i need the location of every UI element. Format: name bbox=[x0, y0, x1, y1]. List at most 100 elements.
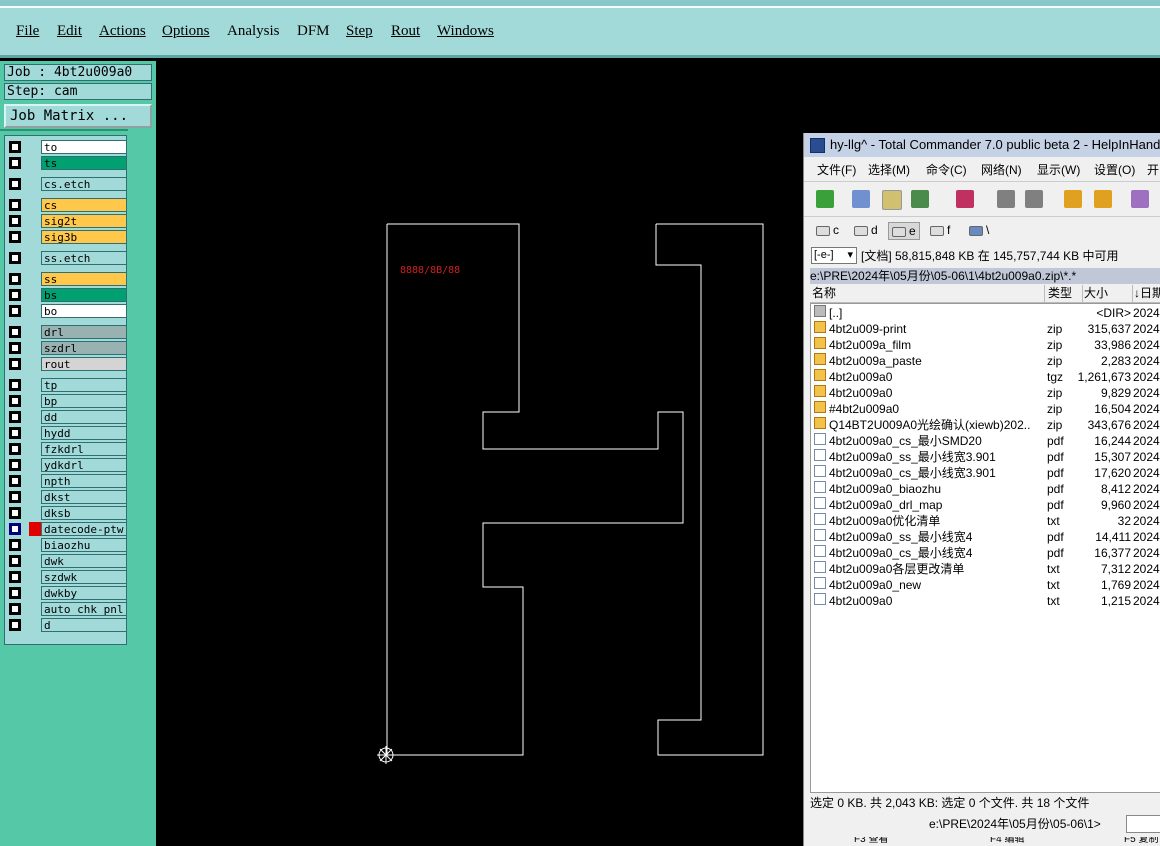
file-row[interactable]: 4bt2u009a0_drl_map pdf 9,960 2024 bbox=[811, 497, 1160, 513]
tc-menu-file[interactable]: 文件(F) bbox=[817, 160, 856, 180]
layer-row[interactable]: dkst bbox=[5, 489, 127, 505]
layer-row[interactable]: ts bbox=[5, 155, 127, 171]
layer-checkbox[interactable] bbox=[9, 459, 21, 471]
file-row[interactable]: 4bt2u009a0_new txt 1,769 2024 bbox=[811, 577, 1160, 593]
layer-row[interactable]: d bbox=[5, 617, 127, 633]
layer-row[interactable]: npth bbox=[5, 473, 127, 489]
layer-row[interactable]: fzkdrl bbox=[5, 441, 127, 457]
tree-view-icon[interactable] bbox=[882, 190, 902, 210]
layer-name[interactable]: d bbox=[41, 618, 127, 632]
layer-name[interactable]: fzkdrl bbox=[41, 442, 127, 456]
menu-step[interactable]: Step bbox=[346, 23, 373, 40]
menu-dfm[interactable]: DFM bbox=[297, 23, 330, 40]
layer-checkbox[interactable] bbox=[9, 231, 21, 243]
layer-name[interactable]: npth bbox=[41, 474, 127, 488]
drive-combo[interactable]: [-e-] ▾ bbox=[811, 247, 857, 264]
layer-name[interactable]: tp bbox=[41, 378, 127, 392]
invert-selection-icon[interactable] bbox=[956, 190, 974, 208]
back-arrow-icon[interactable] bbox=[997, 190, 1015, 208]
file-row[interactable]: 4bt2u009a0 zip 9,829 2024 bbox=[811, 385, 1160, 401]
tc-menu-show[interactable]: 显示(W) bbox=[1037, 160, 1080, 180]
drive-d-button[interactable]: d bbox=[854, 222, 878, 238]
drive-e-button[interactable]: e bbox=[888, 222, 920, 240]
job-matrix-button[interactable]: Job Matrix ... bbox=[4, 104, 152, 128]
command-input[interactable] bbox=[1126, 815, 1160, 833]
col-name-header[interactable]: 名称 bbox=[812, 285, 1045, 302]
layer-row[interactable]: bs bbox=[5, 287, 127, 303]
layer-row[interactable]: sig3b bbox=[5, 229, 127, 245]
layer-name[interactable]: sig3b bbox=[41, 230, 127, 244]
layer-checkbox[interactable] bbox=[9, 252, 21, 264]
file-row[interactable]: 4bt2u009a0_biaozhu pdf 8,412 2024 bbox=[811, 481, 1160, 497]
layer-checkbox[interactable] bbox=[9, 491, 21, 503]
file-row[interactable]: 4bt2u009a0 tgz 1,261,673 2024 bbox=[811, 369, 1160, 385]
layer-row[interactable]: biaozhu bbox=[5, 537, 127, 553]
tc-menu-config[interactable]: 设置(O) bbox=[1094, 160, 1135, 180]
layer-name[interactable]: rout bbox=[41, 357, 127, 371]
file-row[interactable]: 4bt2u009a0_cs_最小SMD20 pdf 16,244 2024 bbox=[811, 433, 1160, 449]
layer-row[interactable]: szdwk bbox=[5, 569, 127, 585]
menu-file[interactable]: File bbox=[16, 23, 39, 40]
file-row[interactable]: 4bt2u009a0_cs_最小线宽3.901 pdf 17,620 2024 bbox=[811, 465, 1160, 481]
file-row[interactable]: Q14BT2U009A0光绘确认(xiewb)202.. zip 343,676 20… bbox=[811, 417, 1160, 433]
layer-row[interactable]: cs bbox=[5, 197, 127, 213]
layer-checkbox[interactable] bbox=[9, 571, 21, 583]
file-row[interactable]: 4bt2u009a_paste zip 2,283 2024 bbox=[811, 353, 1160, 369]
layer-name[interactable]: ts bbox=[41, 156, 127, 170]
layer-checkbox[interactable] bbox=[9, 358, 21, 370]
layer-checkbox[interactable] bbox=[9, 141, 21, 153]
layer-checkbox[interactable] bbox=[9, 427, 21, 439]
layer-name[interactable]: cs bbox=[41, 198, 127, 212]
f3-view-button[interactable]: F3 查看 bbox=[854, 837, 888, 845]
layer-row[interactable]: drl bbox=[5, 324, 127, 340]
layer-checkbox[interactable] bbox=[9, 273, 21, 285]
f5-copy-button[interactable]: F5 复制 bbox=[1124, 837, 1158, 845]
layer-name[interactable]: szdwk bbox=[41, 570, 127, 584]
ftp-icon[interactable] bbox=[1131, 190, 1149, 208]
unpack-icon[interactable] bbox=[1094, 190, 1112, 208]
file-row[interactable]: 4bt2u009a0_ss_最小线宽4 pdf 14,411 2024 bbox=[811, 529, 1160, 545]
layer-checkbox[interactable] bbox=[9, 411, 21, 423]
layer-row[interactable]: bp bbox=[5, 393, 127, 409]
layer-name[interactable]: drl bbox=[41, 325, 127, 339]
layer-name[interactable]: ss bbox=[41, 272, 127, 286]
file-row[interactable]: [..] <DIR> 2024 bbox=[811, 305, 1160, 321]
menu-rout[interactable]: Rout bbox=[391, 23, 420, 40]
menu-edit[interactable]: Edit bbox=[57, 23, 82, 40]
layer-checkbox[interactable] bbox=[9, 289, 21, 301]
layer-checkbox[interactable] bbox=[9, 555, 21, 567]
layer-name[interactable]: bo bbox=[41, 304, 127, 318]
layer-checkbox[interactable] bbox=[9, 199, 21, 211]
current-path[interactable]: e:\PRE\2024年\05月份\05-06\1\4bt2u009a0.zip… bbox=[810, 268, 1160, 284]
tc-menu-select[interactable]: 选择(M) bbox=[868, 160, 910, 180]
layer-row[interactable]: datecode-ptw bbox=[5, 521, 127, 537]
layer-name[interactable]: dwk bbox=[41, 554, 127, 568]
refresh-icon[interactable] bbox=[816, 190, 834, 208]
layer-name[interactable]: ydkdrl bbox=[41, 458, 127, 472]
layer-row[interactable]: dwk bbox=[5, 553, 127, 569]
layer-name[interactable]: cs.etch bbox=[41, 177, 127, 191]
layer-name[interactable]: szdrl bbox=[41, 341, 127, 355]
layer-row[interactable]: hydd bbox=[5, 425, 127, 441]
layer-checkbox[interactable] bbox=[9, 523, 21, 535]
file-row[interactable]: 4bt2u009a0 txt 1,215 2024 bbox=[811, 593, 1160, 609]
layer-row[interactable]: auto_chk_pnl bbox=[5, 601, 127, 617]
layer-name[interactable]: ss.etch bbox=[41, 251, 127, 265]
layer-row[interactable]: rout bbox=[5, 356, 127, 372]
pack-icon[interactable] bbox=[1064, 190, 1082, 208]
layer-checkbox[interactable] bbox=[9, 157, 21, 169]
network-drive-button[interactable]: \ bbox=[969, 222, 989, 238]
file-row[interactable]: #4bt2u009a0 zip 16,504 2024 bbox=[811, 401, 1160, 417]
layer-checkbox[interactable] bbox=[9, 178, 21, 190]
layer-checkbox[interactable] bbox=[9, 587, 21, 599]
brief-view-icon[interactable] bbox=[852, 190, 870, 208]
tc-menu-start[interactable]: 开 bbox=[1147, 160, 1159, 180]
layer-checkbox[interactable] bbox=[9, 215, 21, 227]
menu-options[interactable]: Options bbox=[162, 23, 210, 40]
layer-name[interactable]: biaozhu bbox=[41, 538, 127, 552]
layer-row[interactable]: dd bbox=[5, 409, 127, 425]
tc-title-bar[interactable]: hy-llg^ - Total Commander 7.0 public bet… bbox=[804, 133, 1160, 157]
layer-name[interactable]: sig2t bbox=[41, 214, 127, 228]
layer-checkbox[interactable] bbox=[9, 443, 21, 455]
layer-name[interactable]: dksb bbox=[41, 506, 127, 520]
